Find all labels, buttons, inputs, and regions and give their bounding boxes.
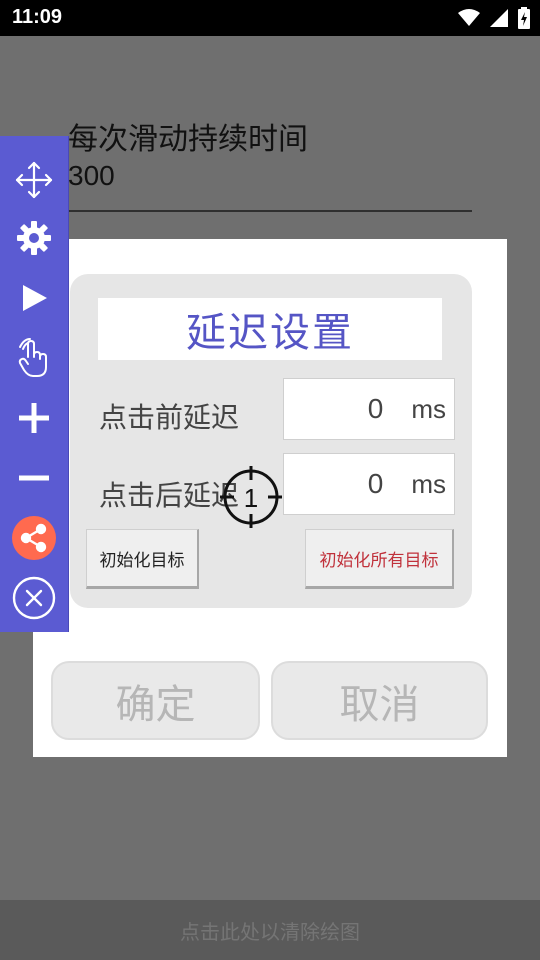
pre-click-delay-unit: ms: [411, 393, 446, 424]
clear-drawing-bar[interactable]: 点击此处以清除绘图: [0, 900, 540, 960]
swipe-duration-underline: [68, 210, 472, 212]
click-target-crosshair[interactable]: 1: [220, 466, 284, 530]
swipe-duration-value[interactable]: 300: [68, 160, 115, 192]
play-icon: [23, 285, 47, 311]
wifi-icon: [458, 9, 480, 26]
close-toolbar-button[interactable]: [10, 574, 58, 622]
tap-gesture-button[interactable]: [10, 334, 58, 382]
status-icons: [458, 6, 530, 30]
dialog-title: 延迟设置: [98, 298, 442, 360]
post-click-delay-label: 点击后延迟: [99, 479, 240, 512]
status-time: 11:09: [12, 6, 63, 28]
move-arrows-icon: [15, 161, 53, 199]
tap-gesture-icon: [18, 338, 47, 377]
move-button[interactable]: [10, 156, 58, 204]
minus-icon: [19, 475, 49, 481]
crosshair-number: 1: [244, 483, 258, 513]
share-button[interactable]: [10, 514, 58, 562]
init-all-targets-button[interactable]: 初始化所有目标: [305, 529, 454, 589]
confirm-button[interactable]: 确定: [51, 661, 260, 740]
init-target-button[interactable]: 初始化目标: [86, 529, 199, 589]
status-bar: 11:09: [0, 0, 540, 36]
pre-click-delay-value: 0: [367, 393, 384, 424]
settings-button[interactable]: [10, 214, 58, 262]
pre-click-delay-input[interactable]: 0 ms: [283, 378, 455, 440]
cancel-button[interactable]: 取消: [271, 661, 488, 740]
crosshair-icon: 1: [220, 466, 282, 528]
battery-charging-icon: [518, 7, 530, 29]
play-button[interactable]: [10, 274, 58, 322]
gear-icon: [17, 221, 51, 255]
floating-toolbar: [0, 136, 69, 632]
add-button[interactable]: [10, 394, 58, 442]
plus-icon: [19, 403, 49, 433]
post-click-delay-unit: ms: [411, 468, 446, 499]
remove-button[interactable]: [10, 454, 58, 502]
cell-signal-icon: [490, 9, 508, 27]
close-circle-icon: [12, 576, 56, 620]
post-click-delay-value: 0: [367, 468, 384, 499]
post-click-delay-input[interactable]: 0 ms: [283, 453, 455, 515]
swipe-duration-title: 每次滑动持续时间: [68, 122, 308, 157]
pre-click-delay-label: 点击前延迟: [99, 401, 240, 434]
share-icon: [12, 516, 56, 560]
